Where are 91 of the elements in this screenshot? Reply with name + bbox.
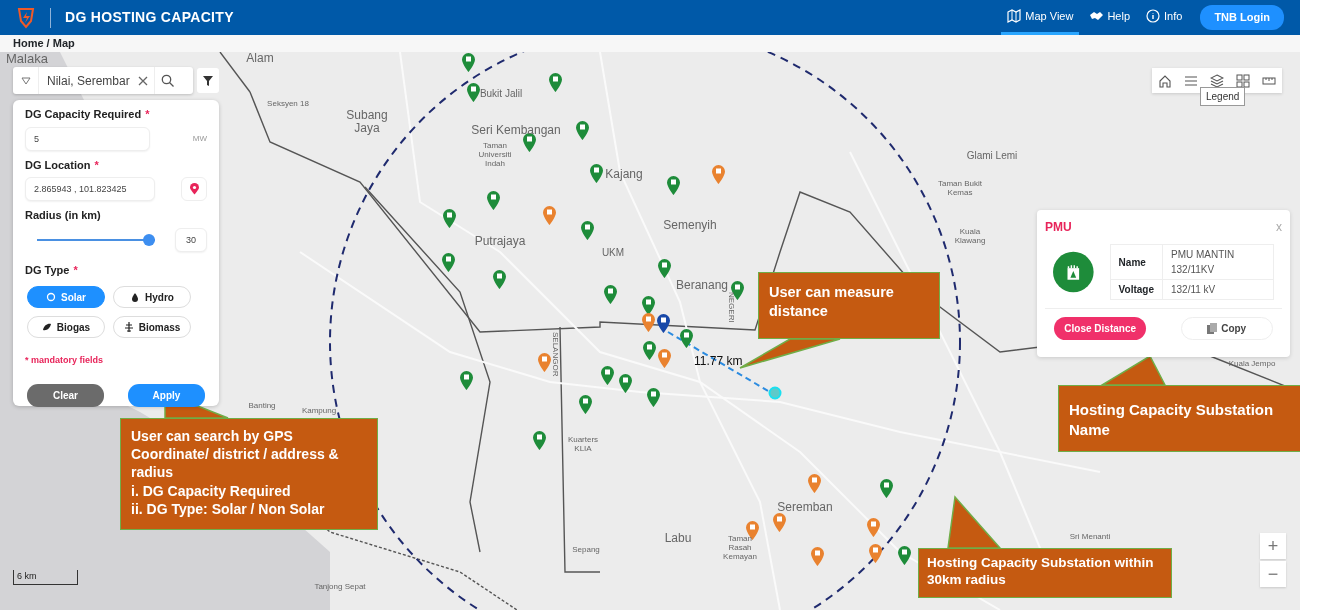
copy-icon bbox=[1207, 323, 1218, 334]
required-mark: * bbox=[94, 157, 99, 173]
place-label: SELANGOR bbox=[550, 332, 559, 377]
location-pin-icon bbox=[189, 183, 199, 195]
field-label: DG Type bbox=[25, 262, 70, 278]
clear-button[interactable]: Clear bbox=[27, 383, 104, 407]
home-icon bbox=[1158, 73, 1172, 88]
place-label: Sri Menanti bbox=[1068, 533, 1112, 542]
zoom-out-button[interactable]: − bbox=[1260, 561, 1286, 587]
dg-type-option[interactable]: Biogas bbox=[27, 316, 105, 338]
place-label: Taman Rasah Kemayan bbox=[722, 535, 758, 562]
place-label: Malaka bbox=[5, 52, 49, 67]
place-label: Kuala Klawang bbox=[953, 228, 987, 246]
mandatory-note: * mandatory fields bbox=[25, 354, 105, 367]
info-icon bbox=[1146, 9, 1161, 23]
capacity-input[interactable]: 5 bbox=[25, 126, 150, 151]
scale-bar: 6 km bbox=[13, 570, 78, 585]
place-label: Putrajaya bbox=[473, 235, 527, 249]
row-label: Voltage bbox=[1110, 279, 1163, 300]
tooltip: Legend bbox=[1200, 87, 1246, 106]
place-label: UKM bbox=[600, 247, 626, 258]
breadcrumb: Home / Map bbox=[0, 35, 1300, 52]
app-title: DG HOSTING CAPACITY bbox=[65, 8, 234, 27]
place-label: Sepang bbox=[571, 546, 601, 555]
place-label: Seremban bbox=[776, 501, 834, 515]
dg-type-option[interactable]: Hydro bbox=[113, 286, 191, 308]
zoom-in-button[interactable]: + bbox=[1260, 533, 1286, 559]
leaf-icon bbox=[41, 322, 52, 332]
place-label: Taman Bukit Kemas bbox=[937, 180, 983, 198]
place-label: Beranang bbox=[676, 279, 726, 293]
map-tool-button[interactable] bbox=[1256, 68, 1282, 93]
substation-icon bbox=[1053, 251, 1094, 293]
search-value: Nilai, Serembar bbox=[46, 72, 131, 90]
slider-thumb[interactable] bbox=[143, 233, 155, 246]
place-label: Tanjong Sepat bbox=[313, 583, 367, 592]
clear-icon[interactable] bbox=[137, 75, 148, 86]
dropdown-icon[interactable] bbox=[20, 76, 31, 85]
field-label: DG Location bbox=[25, 157, 91, 173]
menu-icon bbox=[1184, 73, 1198, 88]
target-marker-icon bbox=[768, 386, 782, 400]
close-distance-button[interactable]: Close Distance bbox=[1054, 317, 1146, 340]
filter-icon bbox=[203, 75, 213, 86]
nav-tab[interactable]: Help bbox=[1083, 0, 1137, 35]
layers-icon bbox=[1210, 73, 1224, 88]
place-label: Bukit Jalil bbox=[478, 88, 524, 99]
popup-title: PMU bbox=[1045, 219, 1072, 236]
place-label: Banting bbox=[247, 402, 277, 411]
place-label: Subang Jaya bbox=[345, 109, 389, 136]
map-pin[interactable] bbox=[656, 313, 671, 334]
map-pin[interactable] bbox=[868, 543, 883, 564]
distance-label: 11.77 km bbox=[694, 353, 743, 370]
row-value: 132/11 kV bbox=[1162, 279, 1274, 300]
place-label: NEGERI bbox=[726, 292, 735, 323]
place-label: Kuala Jempo bbox=[1227, 360, 1277, 369]
handshake-icon bbox=[1089, 9, 1104, 23]
map-tool-button[interactable] bbox=[1152, 68, 1178, 93]
place-label: Alam bbox=[245, 52, 275, 66]
row-value: PMU MANTIN 132/11KV bbox=[1162, 244, 1274, 280]
place-label: Glami Lemi bbox=[965, 150, 1019, 161]
place-label: Labu bbox=[663, 532, 693, 546]
sun-icon bbox=[46, 292, 56, 302]
field-label: DG Capacity Required bbox=[25, 107, 142, 122]
callout-pointer bbox=[947, 495, 1002, 549]
location-input[interactable]: 2.865943 , 101.823425 bbox=[25, 177, 155, 201]
unit-label: MW bbox=[192, 132, 207, 145]
field-label: Radius (in km) bbox=[25, 208, 101, 223]
place-label: Kampung bbox=[300, 407, 338, 416]
droplet-icon bbox=[130, 292, 141, 302]
search-field[interactable]: Nilai, Serembar bbox=[13, 67, 193, 94]
dg-type-option[interactable]: Biomass bbox=[113, 316, 191, 338]
row-label: Name bbox=[1110, 244, 1163, 280]
pick-location-button[interactable] bbox=[181, 177, 207, 201]
place-label: Taman Universiti Indah bbox=[477, 142, 513, 169]
callout-pointer bbox=[1099, 354, 1167, 386]
copy-button[interactable]: Copy bbox=[1180, 317, 1273, 340]
place-label: Kajang bbox=[604, 168, 644, 182]
place-label: Kuarters KLIA bbox=[566, 436, 600, 454]
filter-button[interactable] bbox=[197, 68, 219, 93]
search-icon[interactable] bbox=[160, 74, 174, 87]
required-mark: * bbox=[145, 107, 150, 122]
place-label: Seksyen 18 bbox=[266, 100, 310, 109]
radius-slider[interactable] bbox=[37, 233, 155, 246]
map-icon bbox=[1007, 9, 1022, 23]
plant-icon bbox=[123, 322, 134, 332]
logo-icon bbox=[16, 6, 36, 29]
radius-input[interactable]: 30 bbox=[175, 227, 207, 252]
grid-icon bbox=[1236, 73, 1250, 88]
nav-tab[interactable]: Info bbox=[1140, 0, 1189, 35]
place-label: Semenyih bbox=[662, 219, 718, 233]
required-mark: * bbox=[73, 262, 78, 278]
place-label: Seri Kembangan bbox=[470, 124, 562, 138]
